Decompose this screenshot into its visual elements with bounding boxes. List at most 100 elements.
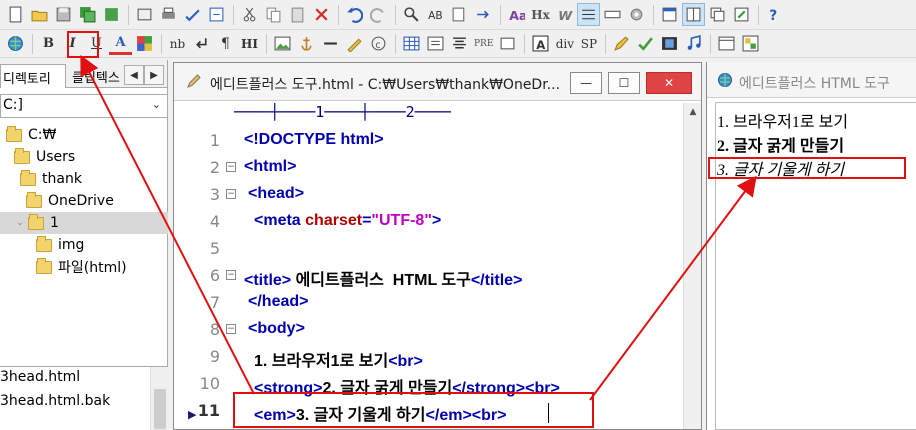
tree-node[interactable]: C:₩: [6, 124, 56, 146]
font-color-button[interactable]: A: [109, 32, 132, 55]
spellcheck-icon[interactable]: [181, 3, 204, 26]
tree-node[interactable]: OneDrive: [26, 190, 114, 212]
nbsp-button[interactable]: nb: [166, 32, 189, 55]
print-icon[interactable]: [157, 3, 180, 26]
preview-title: 에디트플러스 HTML 도구: [739, 76, 890, 92]
film-icon[interactable]: [658, 32, 681, 55]
textarea-icon[interactable]: [496, 32, 519, 55]
ruler-icon[interactable]: [601, 3, 624, 26]
fold-toggle-icon[interactable]: −: [226, 189, 236, 199]
font-size-icon[interactable]: Aa: [505, 3, 528, 26]
browser-icon[interactable]: [205, 3, 228, 26]
redo-icon[interactable]: [367, 3, 390, 26]
fold-toggle-icon[interactable]: −: [226, 162, 236, 172]
chevron-down-icon: ⌄: [151, 98, 161, 111]
tree-node-label: OneDrive: [48, 193, 114, 209]
preview-line-bold: 2. 글자 굵게 만들기: [717, 138, 845, 155]
drive-select[interactable]: C:] ⌄: [0, 94, 168, 118]
span-button[interactable]: SP: [577, 32, 600, 55]
find-in-files-icon[interactable]: [448, 3, 471, 26]
table-icon[interactable]: [400, 32, 423, 55]
word-wrap-icon[interactable]: W: [553, 3, 576, 26]
editor-scrollbar[interactable]: ▲: [683, 103, 701, 429]
globe-icon[interactable]: [4, 32, 27, 55]
code-line: 3 − <head>: [174, 185, 674, 212]
find-icon[interactable]: [400, 3, 423, 26]
line-break-icon[interactable]: [190, 32, 213, 55]
panel-tabs: 디렉토리 클립텍스 ◀ ▶: [0, 60, 167, 88]
list-icon[interactable]: [424, 32, 447, 55]
tree-node[interactable]: img: [36, 234, 84, 256]
new-file-icon[interactable]: [4, 3, 27, 26]
tab-directory[interactable]: 디렉토리: [0, 64, 66, 88]
align-icon[interactable]: [448, 32, 471, 55]
pencil-icon: [186, 73, 202, 93]
replace-icon[interactable]: AB: [424, 3, 447, 26]
check-icon[interactable]: [634, 32, 657, 55]
tab-cliptext[interactable]: 클립텍스: [70, 64, 120, 88]
file-item[interactable]: 3head.html: [0, 369, 80, 391]
output-window-icon[interactable]: [730, 3, 753, 26]
print-preview-icon[interactable]: [133, 3, 156, 26]
save-icon[interactable]: [52, 3, 75, 26]
form-icon[interactable]: [343, 32, 366, 55]
paragraph-button[interactable]: ¶: [214, 32, 237, 55]
collapse-icon[interactable]: ⌄: [14, 218, 26, 228]
toolbar-separator: [338, 4, 339, 25]
window-list-icon[interactable]: [658, 3, 681, 26]
em-line-highlight-box: [233, 392, 594, 428]
delete-icon[interactable]: [310, 3, 333, 26]
tree-node[interactable]: 파일(html): [36, 256, 127, 278]
pencil-icon[interactable]: [610, 32, 633, 55]
close-button[interactable]: ✕: [646, 72, 692, 94]
hx-button[interactable]: Hx: [529, 3, 552, 26]
undo-icon[interactable]: [343, 3, 366, 26]
open-folder-icon[interactable]: [28, 3, 51, 26]
comment-icon[interactable]: c: [367, 32, 390, 55]
toolbar-separator: [605, 33, 607, 54]
heading-button[interactable]: HI: [238, 32, 261, 55]
goto-line-icon[interactable]: [472, 3, 495, 26]
toolbar-separator: [161, 33, 162, 54]
paste-icon[interactable]: [286, 3, 309, 26]
frame-icon[interactable]: [715, 32, 738, 55]
tab-scroll-right-icon[interactable]: ▶: [144, 65, 164, 85]
pre-button[interactable]: PRE: [472, 32, 495, 55]
bold-button[interactable]: B: [37, 32, 60, 55]
div-button[interactable]: div: [553, 32, 576, 55]
code-area[interactable]: 1 <!DOCTYPE html> 2 − <html> 3 − <head> …: [174, 131, 674, 430]
fold-toggle-icon[interactable]: −: [226, 270, 236, 280]
horizontal-rule-icon[interactable]: [319, 32, 342, 55]
main-toolbar: AB Aa Hx W ?: [0, 0, 916, 30]
tab-scroll-left-icon[interactable]: ◀: [124, 65, 144, 85]
tree-node[interactable]: thank: [20, 168, 82, 190]
color-palette-icon[interactable]: [133, 32, 156, 55]
cascade-icon[interactable]: [706, 3, 729, 26]
editor-window: 에디트플러스 도구.html - C:₩Users₩thank₩OneDr...…: [173, 62, 702, 430]
music-icon[interactable]: [682, 32, 705, 55]
refresh-icon[interactable]: [100, 3, 123, 26]
file-list-scrollbar[interactable]: [150, 367, 168, 430]
maximize-button[interactable]: ☐: [608, 72, 640, 94]
scroll-up-icon[interactable]: ▲: [684, 103, 702, 121]
tree-node[interactable]: Users: [14, 146, 75, 168]
cut-icon[interactable]: [238, 3, 261, 26]
file-item[interactable]: 3head.html.bak: [0, 393, 110, 415]
fold-toggle-icon[interactable]: −: [226, 324, 236, 334]
italic-preview-highlight-box: [708, 157, 906, 179]
copy-icon[interactable]: [262, 3, 285, 26]
minimize-button[interactable]: —: [570, 72, 602, 94]
help-icon[interactable]: ?: [763, 3, 786, 26]
browser-preview: 에디트플러스 HTML 도구 1. 브라우저1로 보기 2. 글자 굵게 만들기…: [706, 62, 916, 430]
folder-tree: C:₩ Users thank OneDrive ⌄ 1 img 파일(html…: [0, 124, 168, 344]
line-number-icon[interactable]: [577, 3, 600, 26]
anchor-icon[interactable]: [295, 32, 318, 55]
object-icon[interactable]: [739, 32, 762, 55]
font-tag-icon[interactable]: A: [529, 32, 552, 55]
save-all-icon[interactable]: [76, 3, 99, 26]
image-icon[interactable]: [271, 32, 294, 55]
window-tile-icon[interactable]: [682, 3, 705, 26]
settings-gear-icon[interactable]: [625, 3, 648, 26]
code-line: 4 <meta charset="UTF-8">: [174, 212, 674, 239]
tree-node-selected[interactable]: ⌄ 1: [0, 212, 168, 234]
